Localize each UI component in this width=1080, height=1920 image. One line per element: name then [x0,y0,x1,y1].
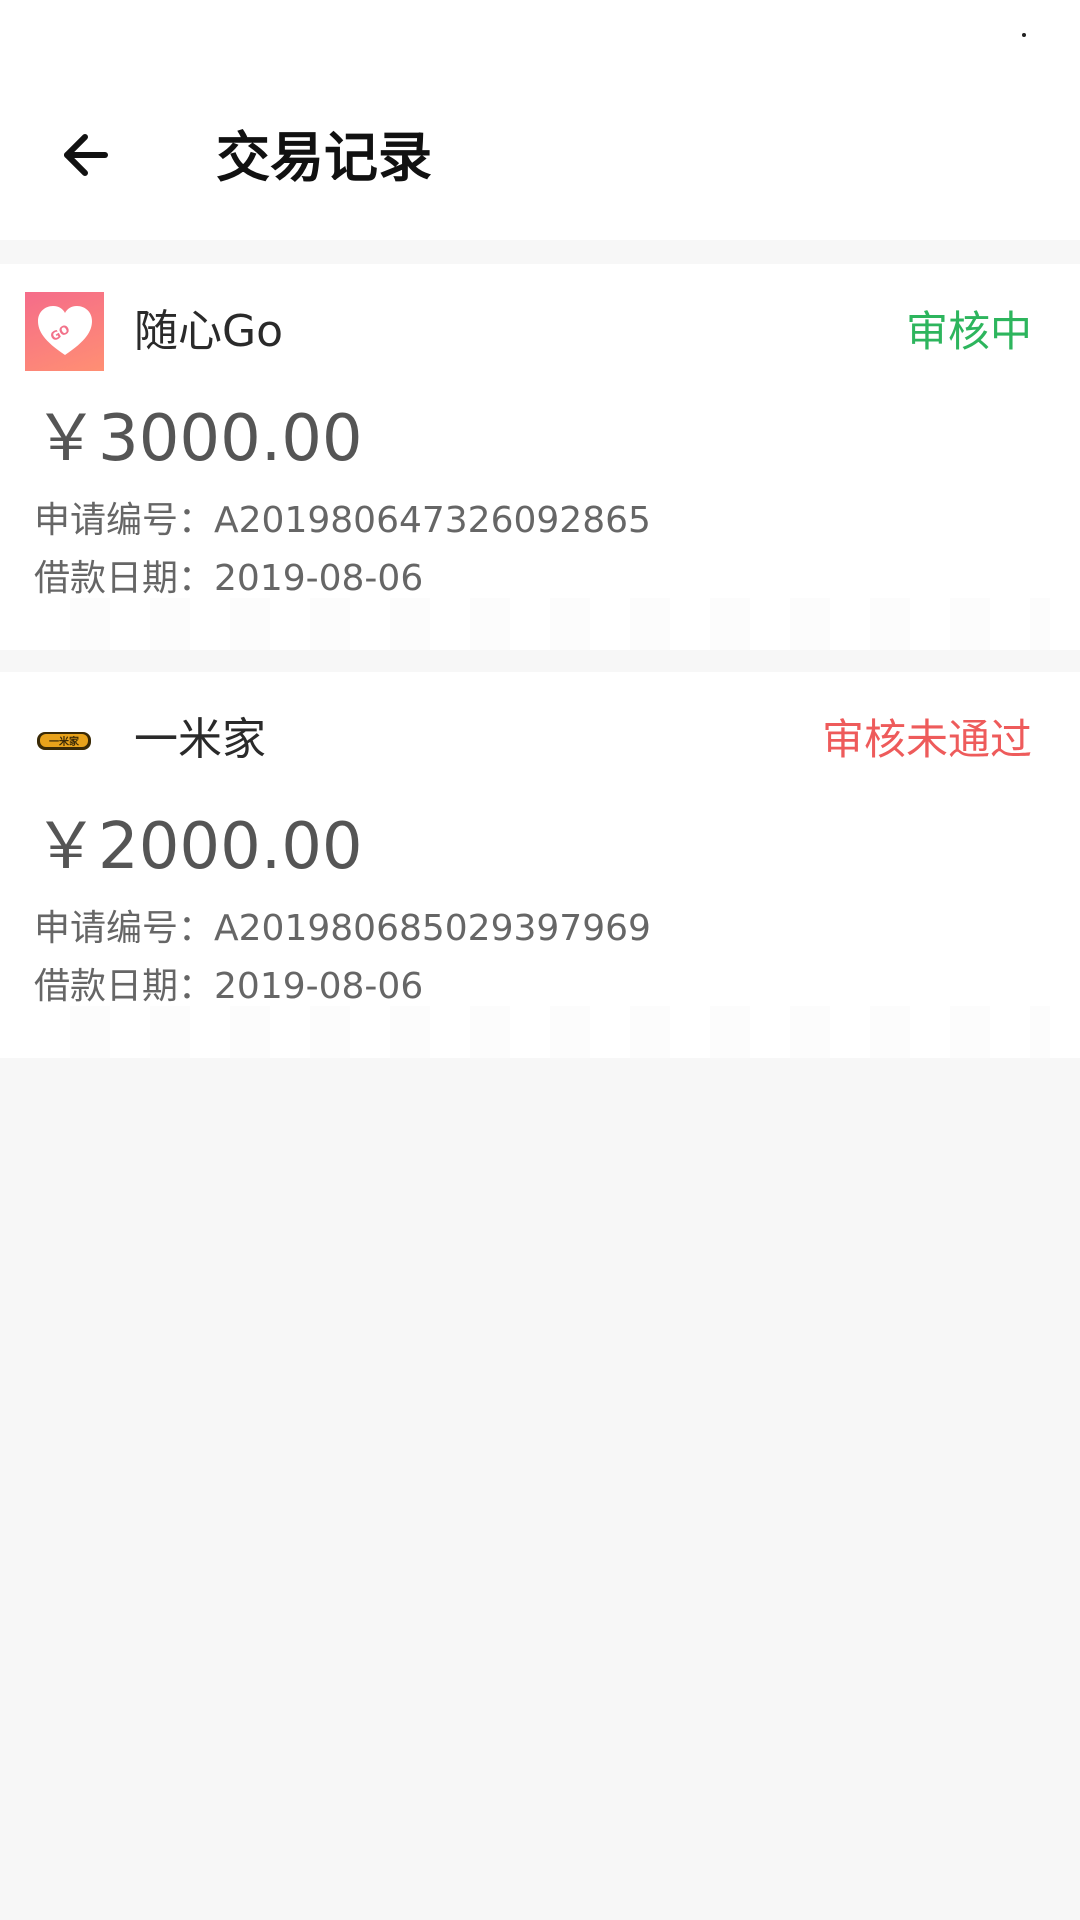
application-number-value: A201980647326092865 [214,500,651,541]
app-logo: GO [25,292,104,371]
application-number: 申请编号：A201980685029397969 [34,904,651,954]
status-badge: 审核未通过 [821,715,1032,764]
loan-date: 借款日期：2019-08-06 [34,962,423,1012]
application-number-value: A201980685029397969 [214,908,651,949]
app-name: 随心Go [134,306,284,357]
application-number-label: 申请编号： [34,500,215,541]
app-bar: 交易记录 [0,80,1080,240]
status-badge: 审核中 [905,307,1032,356]
loan-date: 借款日期：2019-08-06 [34,554,423,604]
loan-date-label: 借款日期： [34,966,215,1007]
record-card[interactable]: 一米家 一米家 审核未通过 ￥2000.00 申请编号：A20198068502… [0,672,1080,1058]
arrow-left-icon [64,134,108,176]
app-logo: 一米家 [25,700,104,779]
status-bar [0,0,1080,80]
application-number-label: 申请编号： [34,908,215,949]
status-indicator [1022,33,1026,37]
card-divider [30,1006,1050,1058]
heart-tag-icon: GO [37,305,92,355]
loan-date-value: 2019-08-06 [214,558,424,599]
yimijia-logo-icon: 一米家 [36,731,91,750]
loan-amount: ￥2000.00 [34,810,363,884]
record-card[interactable]: GO 随心Go 审核中 ￥3000.00 申请编号：A2019806473260… [0,264,1080,650]
loan-date-label: 借款日期： [34,558,215,599]
page-title: 交易记录 [216,126,432,189]
loan-date-value: 2019-08-06 [214,966,424,1007]
application-number: 申请编号：A201980647326092865 [34,496,651,546]
record-list: GO 随心Go 审核中 ￥3000.00 申请编号：A2019806473260… [0,264,1080,1080]
back-button[interactable] [50,120,120,190]
card-divider [30,598,1050,650]
svg-text:一米家: 一米家 [49,735,80,748]
app-name: 一米家 [134,714,266,765]
loan-amount: ￥3000.00 [34,402,363,476]
